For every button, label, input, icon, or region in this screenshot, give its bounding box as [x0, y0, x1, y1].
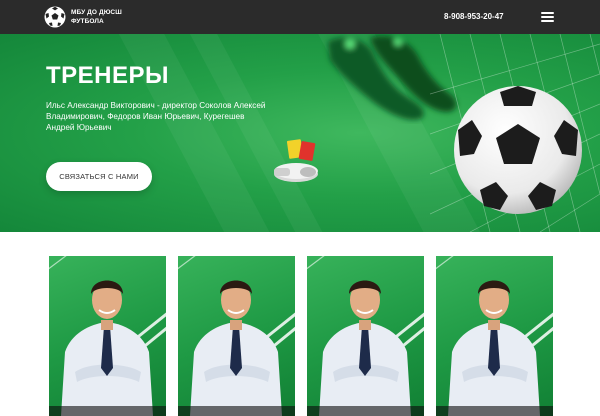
- soccer-ball-logo-icon[interactable]: [44, 6, 66, 28]
- coach-card[interactable]: [178, 256, 295, 416]
- coach-card[interactable]: [307, 256, 424, 416]
- phone-number[interactable]: 8-908-953-20-47: [444, 12, 504, 21]
- brand-line-2: ФУТБОЛА: [71, 18, 104, 25]
- coach-photo: [307, 256, 424, 416]
- site-header: МБУ ДО ДЮСШ ФУТБОЛА 8-908-953-20-47: [0, 0, 600, 34]
- coaches-description: Ильс Александр Викторович - директор Сок…: [46, 101, 266, 132]
- contact-us-button[interactable]: СВЯЗАТЬСЯ С НАМИ: [46, 162, 152, 191]
- coach-card[interactable]: [49, 256, 166, 416]
- soccer-ball-image: [454, 86, 582, 214]
- coach-photo: [49, 256, 166, 416]
- brand-name[interactable]: МБУ ДО ДЮСШ ФУТБОЛА: [71, 8, 122, 26]
- whistle-and-cards-image: [274, 139, 318, 182]
- coach-photo: [436, 256, 553, 416]
- coach-card[interactable]: [436, 256, 553, 416]
- hamburger-menu-icon[interactable]: [541, 12, 554, 22]
- coach-photo: [178, 256, 295, 416]
- hero-section: ТРЕНЕРЫ Ильс Александр Викторович - дире…: [0, 34, 600, 232]
- brand-line-1: МБУ ДО ДЮСШ: [71, 9, 122, 16]
- page-title: ТРЕНЕРЫ: [46, 62, 170, 89]
